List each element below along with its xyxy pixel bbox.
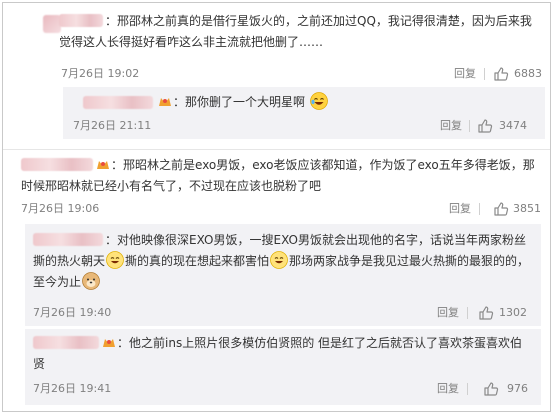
comment-text: ：邢昭林之前是exo男饭，exo老饭应该都知道，作为饭了exo五年多得老饭，那时… <box>21 158 535 193</box>
weibo-comment-list: ：邢邵林之前真的是借行星饭火的，之前还加过QQ，我记得很清楚，因为后来我觉得这人… <box>2 2 551 412</box>
sub-reply-box: ：那你删了一个大明星啊 7月26日 21:11 回复 3474 <box>63 87 545 139</box>
blurred-username[interactable] <box>83 96 153 109</box>
like-count: 1302 <box>499 306 527 319</box>
sub-reply-meta: 7月26日 21:11 回复 3474 <box>73 117 535 135</box>
thumbs-up-icon[interactable] <box>483 381 499 397</box>
sub-reply-time: 7月26日 21:11 <box>73 119 152 132</box>
meta-separator <box>469 120 470 132</box>
doge-emoji-icon <box>82 272 100 290</box>
meta-separator <box>467 307 468 319</box>
comment-text: ：邢邵林之前真的是借行星饭火的，之前还加过QQ，我记得很清楚，因为后来我觉得这人… <box>59 14 532 49</box>
blurred-username[interactable] <box>59 14 103 27</box>
blurred-username[interactable] <box>33 233 103 246</box>
blurred-username[interactable] <box>33 336 99 349</box>
sub-reply-box: ：对他映像很深EXO男饭，一搜EXO男饭就会出现他的名字，话说当年两家粉丝撕的热… <box>25 224 541 326</box>
reply-button[interactable]: 回复 <box>437 304 459 322</box>
thumbs-up-icon[interactable] <box>493 66 509 82</box>
comment-meta: 7月26日 19:02 回复 6883 <box>61 65 542 83</box>
reply-button[interactable]: 回复 <box>454 65 476 83</box>
like-count: 3474 <box>499 119 527 132</box>
blurred-username[interactable] <box>21 158 93 171</box>
sub-reply-time: 7月26日 19:40 <box>33 306 112 319</box>
comment-time: 7月26日 19:02 <box>61 67 140 80</box>
member-badge-icon <box>159 98 171 106</box>
like-count: 3851 <box>513 202 541 215</box>
member-badge-icon <box>103 339 115 347</box>
reply-button[interactable]: 回复 <box>437 380 459 398</box>
sub-reply-meta: 7月26日 19:41 回复 976 <box>33 380 533 398</box>
sub-reply-box: ：他之前ins上照片很多模仿伯贤照的 但是红了之后就否认了喜欢茶蛋喜欢伯贤 7月… <box>25 329 541 405</box>
laughing-emoji-icon <box>270 251 288 269</box>
comment-divider <box>3 149 550 150</box>
thumbs-up-icon[interactable] <box>493 201 509 217</box>
meta-separator <box>467 383 468 395</box>
sub-reply-text: ：对他映像很深EXO男饭，一搜EXO男饭就会出现他的名字，话说当年两家粉丝撕的热… <box>33 233 530 290</box>
like-count: 6883 <box>514 67 542 80</box>
sub-reply-time: 7月26日 19:41 <box>33 382 112 395</box>
laughing-emoji-icon <box>106 251 124 269</box>
thumbs-up-icon[interactable] <box>477 118 493 134</box>
meta-separator <box>484 68 485 80</box>
sub-reply-text: ：那你删了一个大明星啊 <box>157 92 537 113</box>
like-count: 976 <box>507 382 528 395</box>
reply-button[interactable]: 回复 <box>440 117 462 135</box>
comment-time: 7月26日 19:06 <box>21 202 100 215</box>
sub-reply-text: ：他之前ins上照片很多模仿伯贤照的 但是红了之后就否认了喜欢茶蛋喜欢伯贤 <box>33 336 523 371</box>
comment-meta: 7月26日 19:06 回复 3851 <box>21 200 543 218</box>
thumbs-up-icon[interactable] <box>478 305 494 321</box>
meta-separator <box>479 203 480 215</box>
sub-reply-meta: 7月26日 19:40 回复 1302 <box>33 304 533 322</box>
member-badge-icon <box>97 161 109 169</box>
reply-button[interactable]: 回复 <box>449 200 471 218</box>
laughing-emoji-icon <box>309 92 328 110</box>
